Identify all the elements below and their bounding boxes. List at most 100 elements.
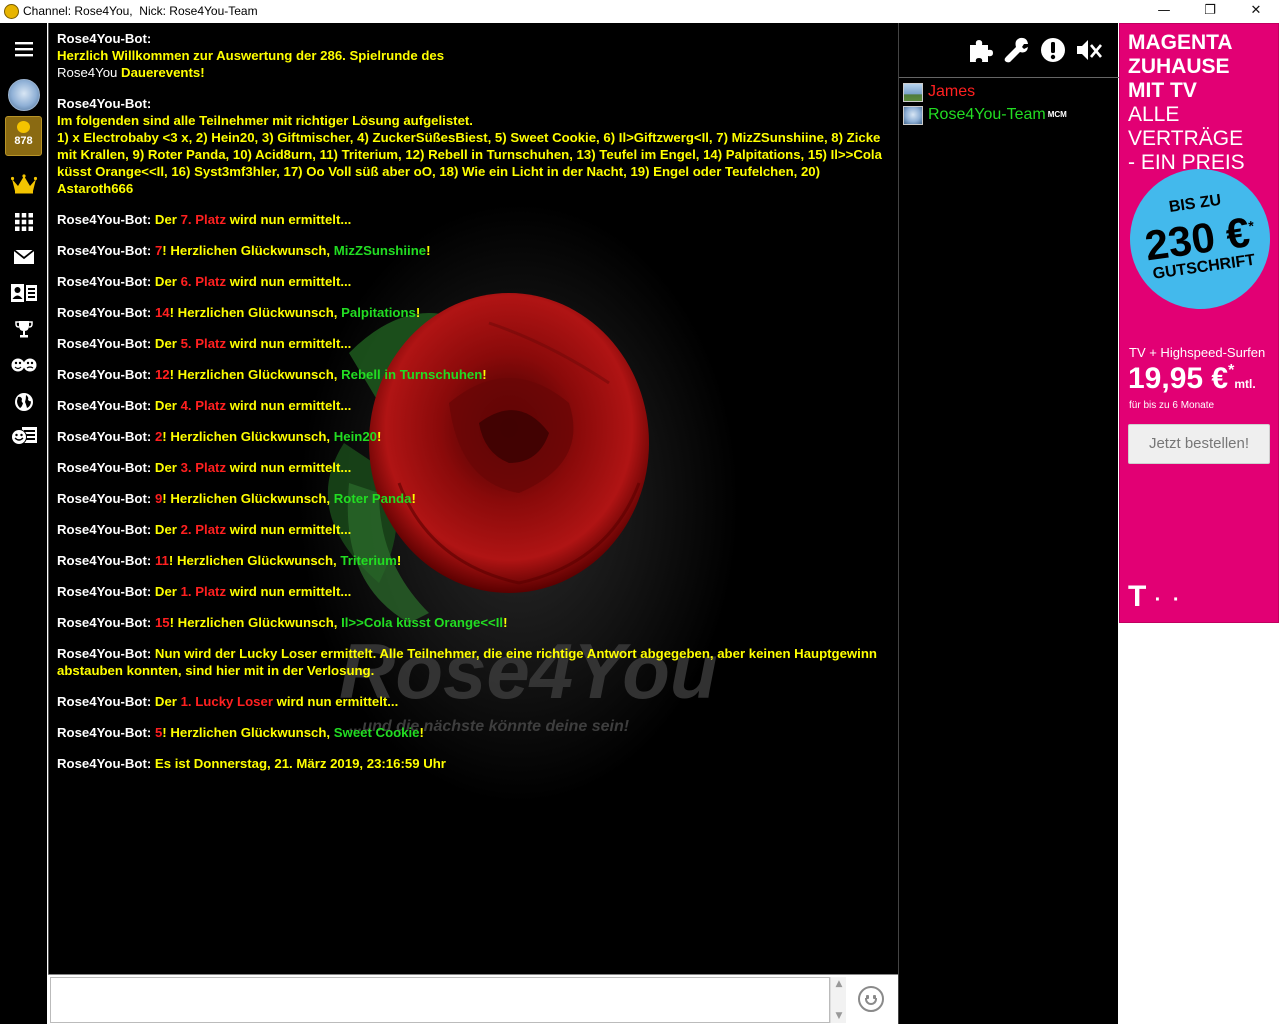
message-text: ! Herzlichen Glückwunsch, <box>168 553 341 568</box>
chat-message: Rose4You-Bot: Der 4. Platz wird nun ermi… <box>57 397 892 414</box>
ad-circle-star: * <box>1247 217 1256 235</box>
message-nick[interactable]: Rose4You-Bot: <box>57 460 151 475</box>
points-count: 878 <box>14 135 33 147</box>
channel-toolbar <box>899 23 1119 78</box>
message-text: ! Herzlichen Glückwunsch, <box>162 725 334 740</box>
message-text: Der <box>151 212 181 227</box>
chat-message: Rose4You-Bot: Der 3. Platz wird nun ermi… <box>57 459 892 476</box>
message-nick[interactable]: Rose4You-Bot: <box>57 491 151 506</box>
message-text: ! <box>482 367 487 382</box>
message-nick[interactable]: Rose4You-Bot: <box>57 725 151 740</box>
chat-message: Rose4You-Bot: Der 7. Platz wird nun ermi… <box>57 211 892 228</box>
apps-grid-icon[interactable] <box>0 206 47 238</box>
message-text: Nun wird der Lucky Loser ermittelt. Alle… <box>57 646 877 678</box>
globe-icon[interactable] <box>0 386 47 418</box>
highlight-number: 11 <box>154 553 169 568</box>
chat-input[interactable] <box>50 977 830 1023</box>
chat-message: Rose4You-Bot: 5! Herzlichen Glückwunsch,… <box>57 724 892 741</box>
ad-headline-line: MIT TV <box>1128 79 1197 102</box>
user-panel: James Rose4You-Team MCM <box>898 23 1119 1024</box>
message-text: wird nun ermittelt... <box>226 584 352 599</box>
message-nick[interactable]: Rose4You-Bot: <box>57 336 151 351</box>
chat-message: Rose4You-Bot: Der 2. Platz wird nun ermi… <box>57 521 892 538</box>
chat-message: Rose4You-Bot: 12! Herzlichen Glückwunsch… <box>57 366 892 383</box>
message-text: Der <box>151 398 181 413</box>
message-nick[interactable]: Rose4You-Bot: <box>57 96 151 111</box>
highlight-number: 15 <box>154 615 170 630</box>
message-text: wird nun ermittelt... <box>226 522 352 537</box>
chat-message: Rose4You-Bot: 15! Herzlichen Glückwunsch… <box>57 614 892 631</box>
trophy-icon[interactable] <box>0 313 47 345</box>
highlight-number: 7. Platz <box>180 212 227 227</box>
message-nick[interactable]: Rose4You-Bot: <box>57 274 151 289</box>
input-scrollbar[interactable]: ▲ ▼ <box>830 977 846 1023</box>
mail-icon[interactable] <box>0 241 47 273</box>
games-icon[interactable] <box>0 349 47 381</box>
message-text: wird nun ermittelt... <box>226 398 352 413</box>
chat-window: Rose4You ...und die nächste könnte deine… <box>48 23 898 974</box>
emoji-button[interactable] <box>858 986 884 1012</box>
avatar[interactable] <box>8 79 40 111</box>
winner-name: Hein20 <box>333 429 378 444</box>
message-text: Rose4You <box>57 65 118 80</box>
alert-icon[interactable] <box>1039 36 1067 64</box>
message-nick[interactable]: Rose4You-Bot: <box>57 646 151 661</box>
message-text: ! <box>503 615 508 630</box>
user-name[interactable]: Rose4You-Team <box>928 106 1046 123</box>
winner-name: MizZSunshiine <box>333 243 427 258</box>
puzzle-icon[interactable] <box>967 36 995 64</box>
message-nick[interactable]: Rose4You-Bot: <box>57 367 151 382</box>
highlight-number: 1. Lucky Loser <box>180 694 273 709</box>
restore-button[interactable]: ❐ <box>1187 0 1233 23</box>
menu-icon[interactable] <box>0 33 47 65</box>
telekom-ad[interactable]: MAGENTA ZUHAUSE MIT TV ALLE VERTRÄGE - E… <box>1119 23 1279 623</box>
points-badge[interactable]: 878 <box>5 116 42 156</box>
message-text: ! Herzlichen Glückwunsch, <box>169 305 342 320</box>
message-text: wird nun ermittelt... <box>226 212 352 227</box>
message-text: Der <box>151 694 181 709</box>
message-nick[interactable]: Rose4You-Bot: <box>57 398 151 413</box>
message-nick[interactable]: Rose4You-Bot: <box>57 429 151 444</box>
smiley-news-icon[interactable] <box>0 420 47 452</box>
ad-bonus-circle: BIS ZU 230 €* GUTSCHRIFT <box>1120 159 1278 319</box>
message-text: ! Herzlichen Glückwunsch, <box>162 429 334 444</box>
contacts-icon[interactable] <box>0 277 47 309</box>
message-nick[interactable]: Rose4You-Bot: <box>57 522 151 537</box>
chat-message: Rose4You-Bot: 11! Herzlichen Glückwunsch… <box>57 552 892 569</box>
ad-order-button[interactable]: Jetzt bestellen! <box>1128 424 1270 464</box>
ad-duration: für bis zu 6 Monate <box>1129 400 1215 411</box>
mute-icon[interactable] <box>1075 36 1103 64</box>
left-sidebar: 878 <box>0 23 47 1024</box>
message-nick[interactable]: Rose4You-Bot: <box>57 553 151 568</box>
user-list-item[interactable]: James <box>901 81 1117 104</box>
chat-message: Rose4You-Bot: 14! Herzlichen Glückwunsch… <box>57 304 892 321</box>
scroll-up-icon[interactable]: ▲ <box>831 979 847 989</box>
message-nick[interactable]: Rose4You-Bot: <box>57 584 151 599</box>
wrench-icon[interactable] <box>1003 36 1031 64</box>
ad-headline-line: ZUHAUSE <box>1128 55 1230 78</box>
message-nick[interactable]: Rose4You-Bot: <box>57 694 151 709</box>
user-name[interactable]: James <box>928 83 975 100</box>
user-badge: MCM <box>1047 110 1067 119</box>
message-nick[interactable]: Rose4You-Bot: <box>57 243 151 258</box>
message-nick[interactable]: Rose4You-Bot: <box>57 31 151 46</box>
user-list-item[interactable]: Rose4You-Team MCM <box>901 104 1117 127</box>
ad-offer: TV + Highspeed-Surfen <box>1129 345 1266 360</box>
ad-price-unit: mtl. <box>1234 377 1256 391</box>
crown-icon[interactable] <box>0 168 47 200</box>
app-icon <box>4 4 19 19</box>
telekom-logo-t: T <box>1128 580 1147 613</box>
ad-price-value: 19,95 € <box>1128 362 1229 395</box>
message-text: wird nun ermittelt... <box>226 336 352 351</box>
message-nick[interactable]: Rose4You-Bot: <box>57 615 151 630</box>
close-button[interactable]: ✕ <box>1233 0 1279 23</box>
highlight-number: 2. Platz <box>180 522 227 537</box>
chat-message: Rose4You-Bot: Der 5. Platz wird nun ermi… <box>57 335 892 352</box>
minimize-button[interactable]: — <box>1141 0 1187 23</box>
message-nick[interactable]: Rose4You-Bot: <box>57 305 151 320</box>
highlight-number: 4. Platz <box>180 398 227 413</box>
message-nick[interactable]: Rose4You-Bot: <box>57 756 151 771</box>
scroll-down-icon[interactable]: ▼ <box>831 1011 847 1021</box>
message-nick[interactable]: Rose4You-Bot: <box>57 212 151 227</box>
emoji-mouth <box>865 998 877 1005</box>
